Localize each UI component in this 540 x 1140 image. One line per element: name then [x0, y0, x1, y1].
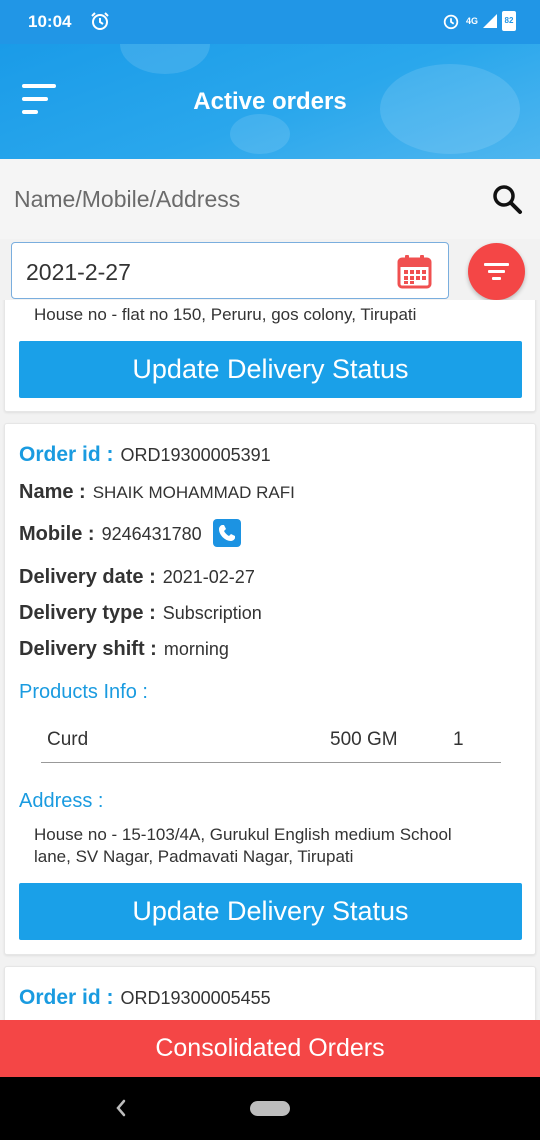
- order-card: Order id : ORD19300005391 Name : SHAIK M…: [4, 423, 536, 955]
- status-bar: 10:04 4G 82: [0, 0, 540, 44]
- delivery-date-row: Delivery date : 2021-02-27: [19, 566, 255, 589]
- filter-button[interactable]: [468, 243, 525, 300]
- products-info-heading: Products Info :: [19, 681, 148, 703]
- address-line: House no - 15-103/4A, Gurukul English me…: [34, 825, 452, 844]
- delivery-type-value: Subscription: [162, 603, 262, 623]
- address-heading: Address :: [19, 790, 104, 812]
- order-list[interactable]: House no - flat no 150, Peruru, gos colo…: [0, 300, 540, 1020]
- date-field[interactable]: 2021-2-27: [11, 242, 449, 299]
- delivery-shift-value: morning: [163, 639, 229, 659]
- address-line: lane, SV Nagar, Padmavati Nagar, Tirupat…: [34, 847, 354, 866]
- order-id-value: ORD19300005391: [120, 445, 271, 465]
- background-splash: [120, 44, 210, 74]
- filter-icon: [484, 263, 509, 266]
- order-id-label: Order id :: [19, 443, 114, 466]
- update-delivery-status-button[interactable]: Update Delivery Status: [19, 341, 522, 398]
- search-bar: [0, 159, 540, 239]
- product-row: Curd 500 GM 1: [41, 721, 501, 763]
- page-title: Active orders: [193, 88, 347, 115]
- search-input[interactable]: [14, 179, 474, 219]
- mobile-label: Mobile :: [19, 522, 95, 545]
- home-pill-icon[interactable]: [250, 1101, 290, 1116]
- system-nav-bar: [0, 1077, 540, 1140]
- search-icon[interactable]: [490, 182, 524, 216]
- order-id-value: ORD19300005455: [120, 988, 271, 1008]
- name-value: SHAIK MOHAMMAD RAFI: [92, 483, 295, 502]
- order-id-row: Order id : ORD19300005455: [19, 986, 271, 1010]
- app-bar: Active orders: [0, 44, 540, 159]
- status-icons: 4G 82: [442, 11, 516, 31]
- background-splash: [230, 114, 290, 154]
- delivery-date-label: Delivery date :: [19, 566, 156, 588]
- alarm-icon: [443, 14, 459, 30]
- product-quantity: 1: [453, 729, 464, 750]
- phone-icon[interactable]: [212, 519, 241, 547]
- order-card: Order id : ORD19300005455: [4, 966, 536, 1020]
- product-size: 500 GM: [330, 729, 398, 750]
- order-address: House no - 15-103/4A, Gurukul English me…: [34, 824, 452, 868]
- delivery-shift-label: Delivery shift :: [19, 638, 157, 660]
- network-type: 4G: [465, 16, 478, 26]
- back-icon[interactable]: [112, 1097, 130, 1119]
- consolidated-orders-button[interactable]: Consolidated Orders: [0, 1020, 540, 1077]
- calendar-icon[interactable]: [397, 254, 432, 289]
- update-delivery-status-button[interactable]: Update Delivery Status: [19, 883, 522, 940]
- order-card: House no - flat no 150, Peruru, gos colo…: [4, 300, 536, 412]
- alarm-icon: [91, 12, 109, 30]
- product-name: Curd: [47, 729, 89, 750]
- order-address: House no - flat no 150, Peruru, gos colo…: [34, 305, 417, 324]
- mobile-row: Mobile : 9246431780: [19, 519, 241, 549]
- order-id-row: Order id : ORD19300005391: [19, 443, 271, 467]
- order-id-label: Order id :: [19, 986, 114, 1009]
- battery-icon: 82: [502, 11, 516, 31]
- delivery-type-label: Delivery type :: [19, 602, 156, 624]
- delivery-type-row: Delivery type : Subscription: [19, 602, 262, 625]
- signal-icon: [483, 14, 497, 28]
- delivery-shift-row: Delivery shift : morning: [19, 638, 229, 661]
- mobile-value: 9246431780: [101, 523, 202, 544]
- delivery-date-value: 2021-02-27: [162, 567, 255, 587]
- name-row: Name : SHAIK MOHAMMAD RAFI: [19, 481, 295, 504]
- name-label: Name :: [19, 481, 86, 503]
- status-time: 10:04: [28, 12, 72, 31]
- date-value: 2021-2-27: [26, 259, 131, 285]
